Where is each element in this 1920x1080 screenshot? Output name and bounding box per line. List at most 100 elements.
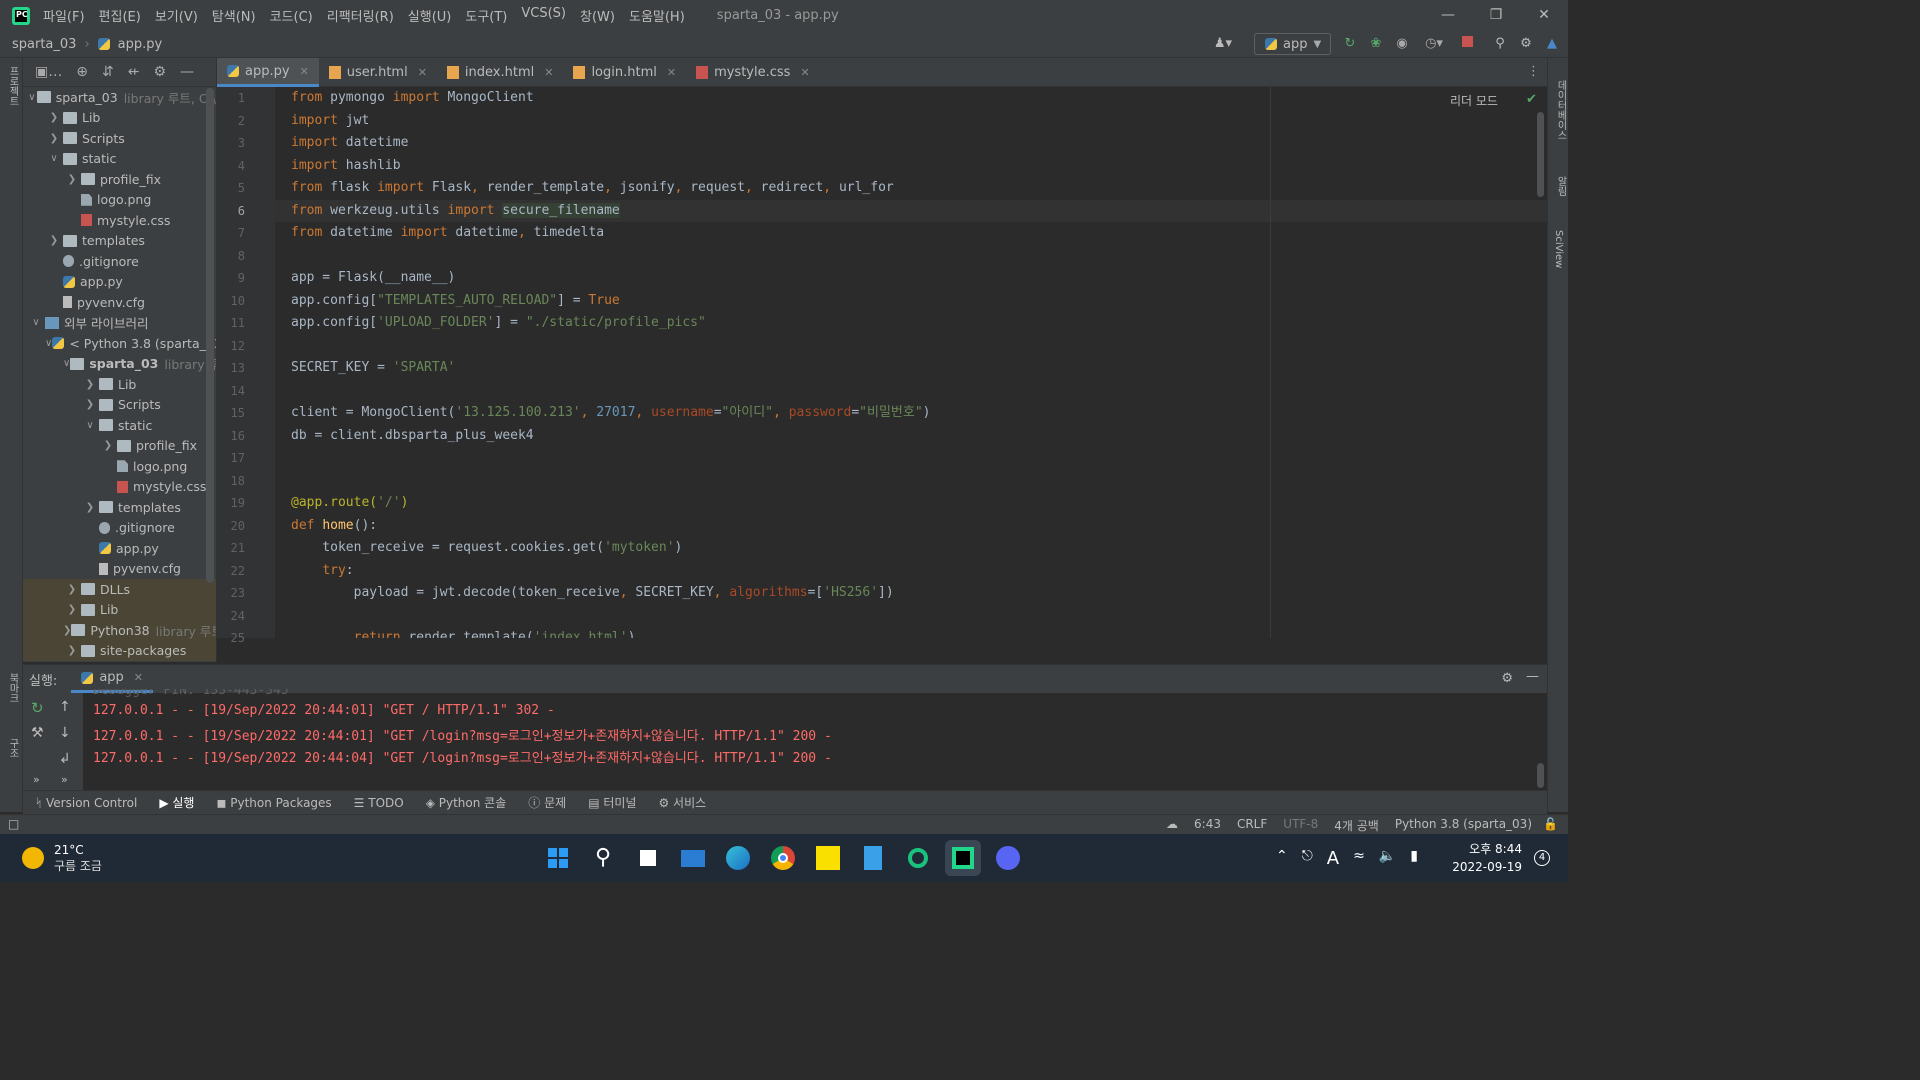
terminal-tab[interactable]: ▤ 터미널 [588, 794, 636, 811]
tree-item[interactable]: .gitignore [23, 518, 216, 539]
run-scrollbar[interactable] [1537, 763, 1544, 788]
restore-button[interactable]: ❐ [1472, 0, 1520, 31]
tree-item[interactable]: ❯ Lib [23, 108, 216, 129]
tree-item[interactable]: logo.png [23, 190, 216, 211]
discord-icon[interactable] [990, 840, 1026, 876]
menu-item[interactable]: 리팩터링(R) [327, 6, 394, 25]
tree-item[interactable]: ∨ static [23, 149, 216, 170]
chevron-right-icon[interactable]: ❯ [45, 133, 63, 144]
tree-item[interactable]: ❯ Lib [23, 374, 216, 395]
tree-item[interactable]: ∨ sparta_03 library 루트, C:\ [23, 87, 216, 108]
project-view-icon[interactable]: ▣… [35, 64, 62, 80]
minimize-button[interactable]: — [1424, 0, 1472, 31]
notepad-icon[interactable] [855, 840, 891, 876]
hide-panel-icon[interactable]: — [180, 64, 194, 80]
menu-item[interactable]: 도움말(H) [629, 6, 685, 25]
rerun-icon[interactable]: ↻ [31, 699, 44, 717]
editor-tab[interactable]: user.html ✕ [319, 58, 437, 87]
mail-icon[interactable] [675, 840, 711, 876]
problems-tab[interactable]: ⓘ 문제 [528, 794, 566, 811]
close-button[interactable]: ✕ [1520, 0, 1568, 31]
start-icon[interactable] [540, 840, 576, 876]
tree-item[interactable]: app.py [23, 538, 216, 559]
chevron-down-icon[interactable]: ∨ [81, 420, 99, 431]
locate-icon[interactable]: ⊕ [76, 64, 88, 80]
hide-run-panel-icon[interactable]: — [1526, 669, 1539, 684]
tree-item[interactable]: ❯ profile_fix [23, 169, 216, 190]
toggle-panels-icon[interactable]: □ [8, 817, 19, 831]
menu-item[interactable]: 도구(T) [465, 6, 507, 25]
menu-item[interactable]: 실행(U) [408, 6, 452, 25]
code-editor[interactable]: from pymongo import MongoClient import jw… [275, 87, 1547, 638]
battery-icon[interactable]: ▮ [1410, 848, 1418, 869]
structure-tool-button[interactable]: 구조 [5, 738, 20, 758]
chevron-down-icon[interactable]: ∨ [45, 338, 52, 349]
profile-icon[interactable]: ◷▾ [1420, 36, 1448, 52]
collapse-all-icon[interactable]: ⇷ [128, 64, 140, 80]
close-tab-icon[interactable]: ✕ [800, 66, 809, 79]
todo-tab[interactable]: ☰ TODO [354, 796, 404, 810]
tree-item[interactable]: mystyle.css [23, 210, 216, 231]
chevron-right-icon[interactable]: ❯ [63, 584, 81, 595]
menu-item[interactable]: 보기(V) [155, 6, 198, 25]
python-packages-tab[interactable]: ◼ Python Packages [216, 796, 331, 810]
pycharm-taskbar-icon[interactable] [945, 840, 981, 876]
tree-item[interactable]: app.py [23, 272, 216, 293]
cursor-position[interactable]: 6:43 [1194, 817, 1221, 834]
chevron-right-icon[interactable]: ❯ [81, 379, 99, 390]
naver-whale-icon[interactable] [900, 840, 936, 876]
chevron-right-icon[interactable]: ❯ [63, 174, 81, 185]
menu-item[interactable]: 창(W) [580, 6, 615, 25]
settings-gear-icon[interactable]: ⚙ [1518, 36, 1534, 52]
tree-item[interactable]: .gitignore [23, 251, 216, 272]
chevron-down-icon[interactable]: ∨ [45, 153, 63, 164]
chevron-right-icon[interactable]: ❯ [63, 604, 81, 615]
editor-tab[interactable]: app.py ✕ [217, 58, 319, 87]
run-tool-tab[interactable]: ▶ 실행 [159, 794, 194, 811]
menu-item[interactable]: 탐색(N) [212, 6, 256, 25]
search-taskbar-icon[interactable]: ⚲ [585, 840, 621, 876]
bookmarks-tool-button[interactable]: 북마크 [5, 673, 20, 703]
options-gear-icon[interactable]: ⚙ [153, 64, 166, 80]
chevron-right-icon[interactable]: ❯ [81, 399, 99, 410]
reader-mode-toggle[interactable]: 리더 모드 [1450, 92, 1498, 109]
more-right-icon[interactable]: » [61, 773, 68, 786]
sciview-tool-button[interactable]: SciView [1553, 230, 1564, 268]
tree-item[interactable]: ❯ Scripts [23, 128, 216, 149]
run-tab-app[interactable]: app ✕ [71, 665, 154, 693]
tree-item[interactable]: ∨ 외부 라이브러리 [23, 313, 216, 334]
menu-item[interactable]: VCS(S) [521, 6, 566, 25]
menu-item[interactable]: 편집(E) [99, 6, 141, 25]
task-view-icon[interactable] [630, 840, 666, 876]
chevron-right-icon[interactable]: ❯ [99, 440, 117, 451]
close-tab-icon[interactable]: ✕ [667, 66, 676, 79]
close-tab-icon[interactable]: ✕ [418, 66, 427, 79]
chevron-right-icon[interactable]: ❯ [63, 625, 71, 636]
chevron-down-icon[interactable]: ∨ [27, 92, 37, 103]
chevron-right-icon[interactable]: ❯ [81, 502, 99, 513]
scroll-up-icon[interactable]: ↑ [59, 699, 71, 715]
chevron-right-icon[interactable]: ❯ [45, 112, 63, 123]
more-left-icon[interactable]: » [33, 773, 40, 786]
chevron-down-icon[interactable]: ∨ [63, 358, 70, 369]
clock[interactable]: 오후 8:44 2022-09-19 [1452, 840, 1522, 876]
close-tab-icon[interactable]: ✕ [544, 66, 553, 79]
volume-icon[interactable]: 🔈 [1379, 848, 1396, 869]
indent-setting[interactable]: 4개 공백 [1334, 817, 1379, 834]
menu-item[interactable]: 코드(C) [270, 6, 313, 25]
stop-icon[interactable] [1459, 36, 1475, 52]
edge-icon[interactable] [720, 840, 756, 876]
input-language[interactable]: A [1327, 848, 1339, 869]
version-control-tab[interactable]: ᛋ Version Control [35, 796, 137, 810]
tree-item[interactable]: ❯ Scripts [23, 395, 216, 416]
project-tool-button[interactable]: 프로젝트 [5, 66, 20, 106]
notification-badge[interactable]: 4 [1534, 850, 1550, 866]
modify-config-icon[interactable]: ⚒ [31, 725, 44, 741]
python-console-tab[interactable]: ◈ Python 콘솔 [426, 794, 507, 811]
breadcrumb-project[interactable]: sparta_03 [12, 37, 76, 52]
file-encoding[interactable]: UTF-8 [1283, 817, 1318, 834]
coverage-icon[interactable]: ◉ [1394, 36, 1410, 52]
chrome-icon[interactable] [765, 840, 801, 876]
tree-item[interactable]: ❯ Lib [23, 599, 216, 620]
tree-item[interactable]: ∨sparta_03library 루트 [23, 354, 216, 375]
